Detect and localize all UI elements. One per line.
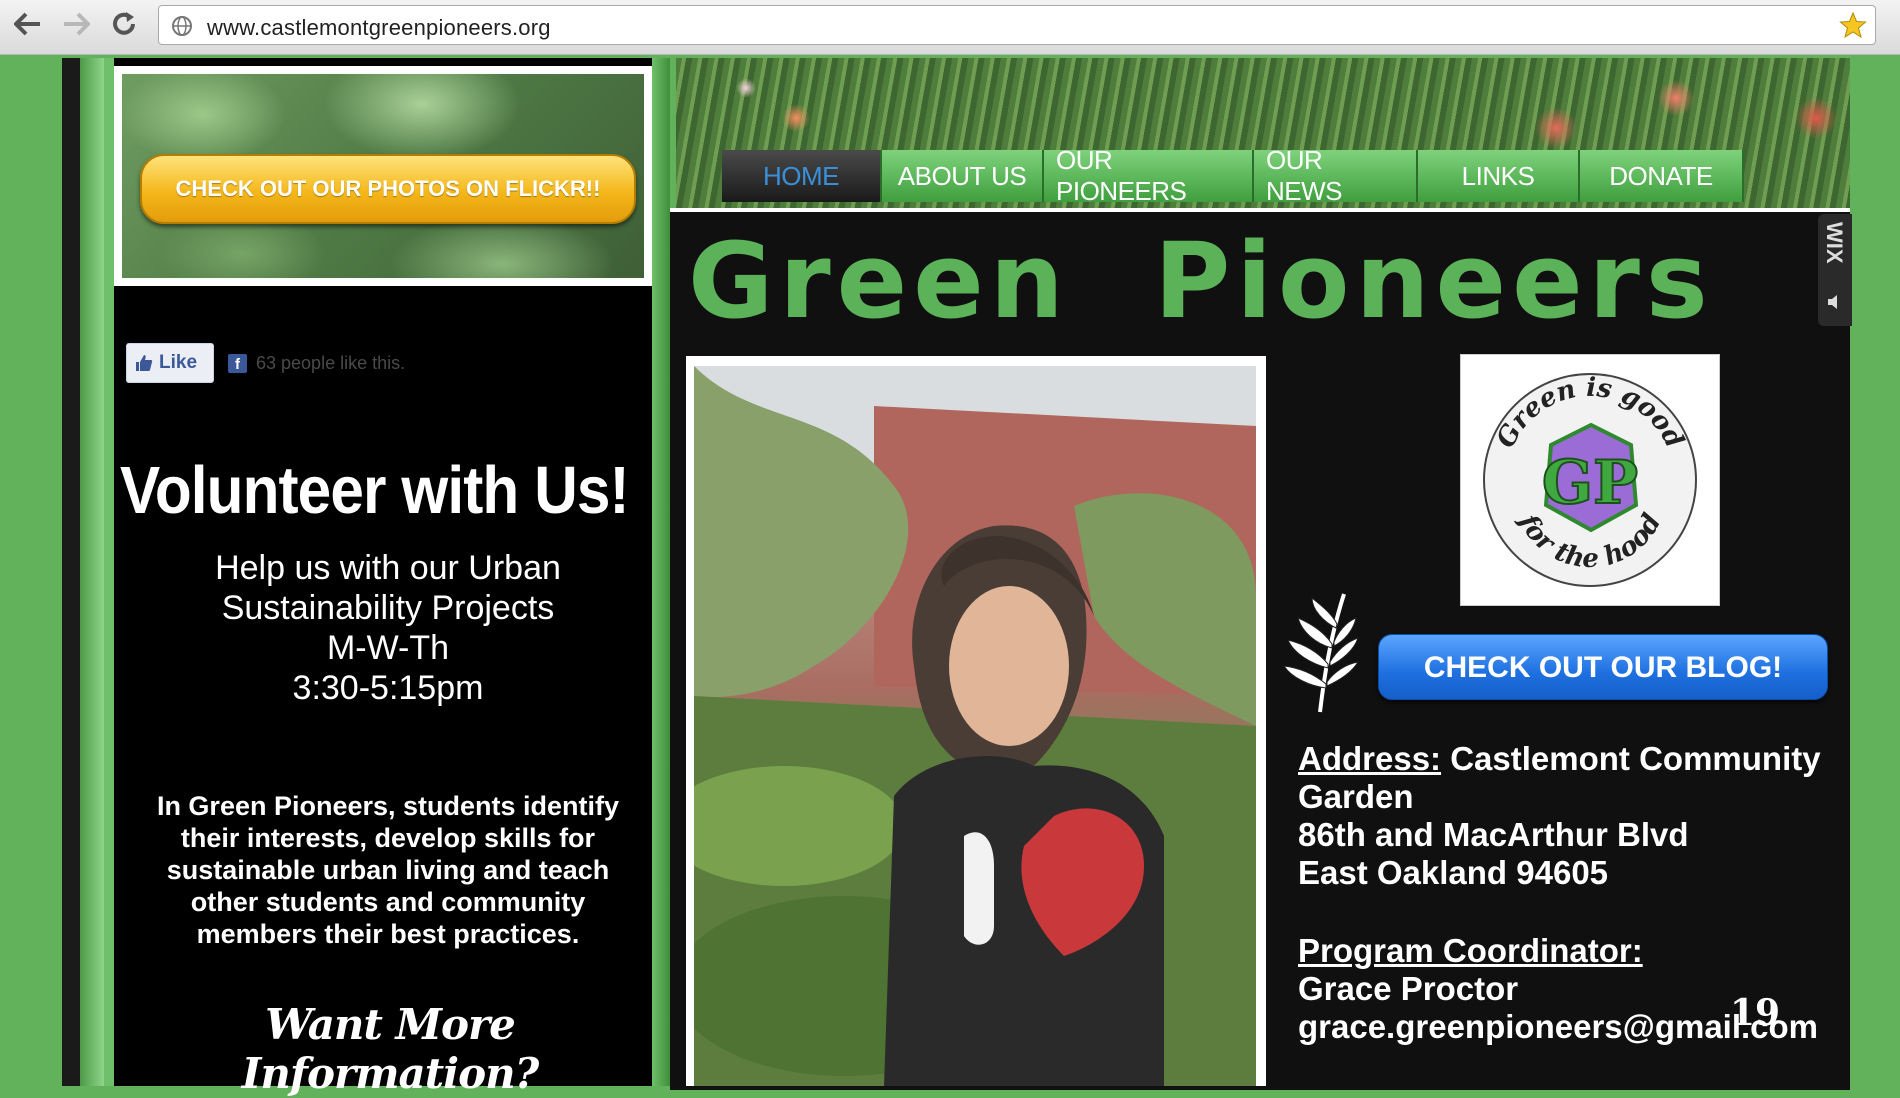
flickr-button[interactable]: CHECK OUT OUR PHOTOS ON FLICKR!! — [140, 154, 636, 224]
right-green-border — [1850, 58, 1900, 1086]
speaker-icon — [1828, 295, 1837, 309]
nav-links[interactable]: LINKS — [1418, 150, 1580, 202]
site-title: Green Pioneers — [688, 220, 1714, 342]
url-text: www.castlemontgreenpioneers.org — [207, 15, 551, 40]
address-bar[interactable]: www.castlemontgreenpioneers.org — [158, 5, 1876, 45]
program-blurb: In Green Pioneers, students identify the… — [156, 791, 620, 949]
left-dark-border — [62, 58, 80, 1086]
main-nav: HOME ABOUT US OUR PIONEERS OUR NEWS LINK… — [722, 145, 1744, 206]
facebook-like-button[interactable]: Like — [126, 343, 214, 383]
help-line: Sustainability Projects — [221, 589, 555, 627]
student-gardening-photo — [694, 366, 1256, 1086]
help-line: M-W-Th — [326, 629, 450, 667]
coordinator-heading: Program Coordinator: — [1298, 932, 1643, 970]
nav-our-news[interactable]: OUR NEWS — [1254, 145, 1418, 206]
fern-leaf-icon — [1282, 593, 1359, 713]
help-text: Help us with our Urban Sustainability Pr… — [122, 548, 654, 708]
like-count-text: 63 people like this. — [256, 353, 406, 373]
back-icon[interactable] — [10, 6, 46, 42]
blog-button[interactable]: CHECK OUT OUR BLOG! — [1378, 634, 1828, 700]
thumbs-up-icon — [136, 355, 153, 371]
address-line: Address: Castlemont Community — [1298, 740, 1821, 778]
wix-label: WIX — [1822, 222, 1847, 264]
nav-about-us[interactable]: ABOUT US — [882, 150, 1044, 202]
bookmark-star-icon[interactable] — [1839, 11, 1867, 44]
sidebar-right-border — [652, 58, 670, 1086]
left-green-border — [80, 58, 104, 1086]
green-is-good-logo: GP Green is good for the hood — [1460, 354, 1720, 606]
like-label: Like — [159, 352, 198, 373]
nav-home[interactable]: HOME — [722, 150, 882, 202]
nav-our-pioneers[interactable]: OUR PIONEERS — [1044, 145, 1254, 206]
student-photo-frame — [686, 356, 1266, 1086]
coordinator-label: Program Coordinator: — [1298, 932, 1643, 969]
coordinator-name: Grace Proctor — [1298, 970, 1519, 1007]
facebook-icon: f — [228, 354, 247, 373]
reload-icon[interactable] — [106, 6, 142, 42]
left-green-inner — [104, 58, 114, 1086]
want-more-info-heading: Want More Information? — [241, 1000, 540, 1098]
logo-monogram: GP — [1542, 448, 1638, 518]
nav-donate[interactable]: DONATE — [1580, 150, 1744, 202]
forward-icon[interactable] — [58, 6, 94, 42]
address-line: Garden — [1298, 778, 1414, 815]
volunteer-heading: Volunteer with Us! — [120, 453, 630, 528]
help-line: Help us with our Urban — [215, 549, 561, 587]
wix-badge[interactable]: WIX — [1818, 214, 1852, 326]
slide-number: 19 — [1730, 992, 1781, 1034]
globe-icon — [171, 15, 193, 42]
address-value: Castlemont Community — [1450, 740, 1821, 777]
browser-toolbar: www.castlemontgreenpioneers.org — [0, 0, 1900, 55]
address-line: East Oakland 94605 — [1298, 854, 1609, 891]
address-label: Address: — [1298, 740, 1442, 777]
address-line: 86th and MacArthur Blvd — [1298, 816, 1689, 853]
help-line: 3:30-5:15pm — [292, 669, 484, 707]
